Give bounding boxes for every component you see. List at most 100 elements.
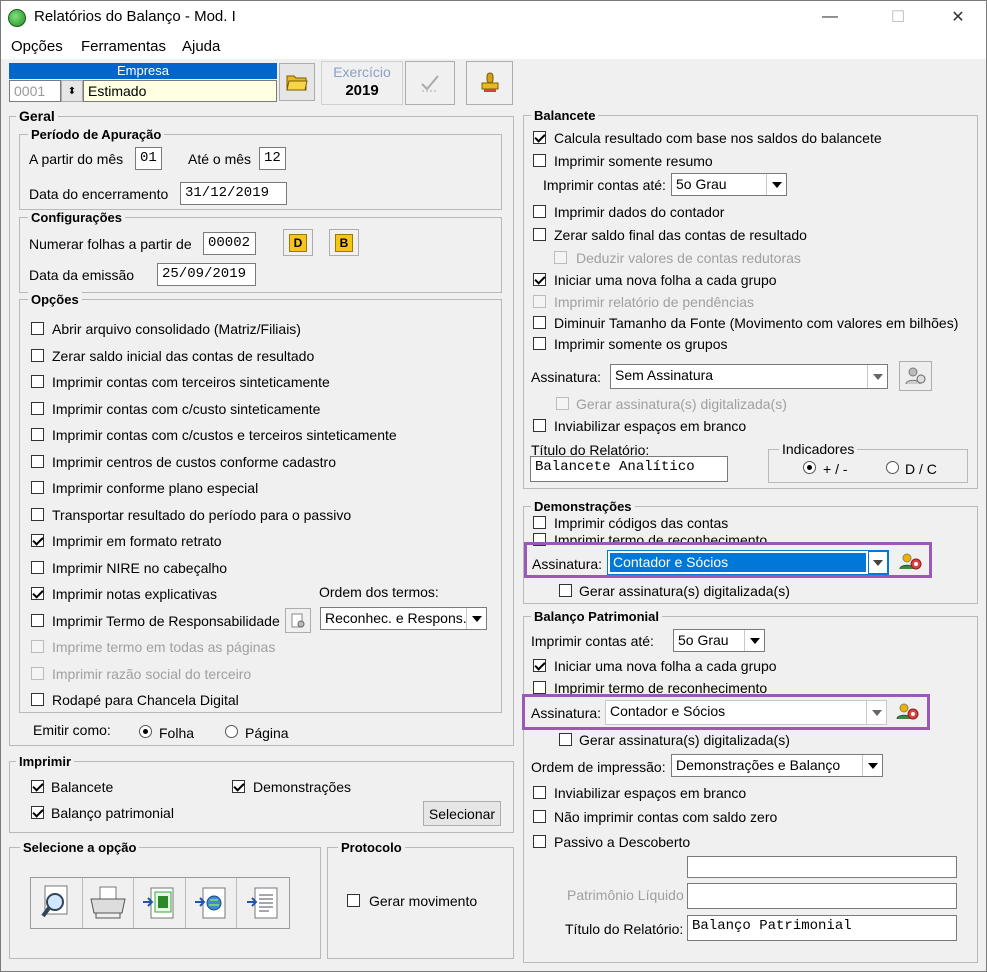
balancete-assinatura-select[interactable]: Sem Assinatura [610, 364, 888, 389]
emitir-pagina-radio[interactable] [225, 725, 238, 738]
termo-config-button[interactable] [285, 608, 311, 633]
encerramento-field[interactable]: 31/12/2019 [180, 182, 287, 205]
emissao-label: Data da emissão [29, 267, 135, 283]
print-button[interactable] [83, 878, 135, 928]
indicador-mais-radio[interactable] [803, 461, 816, 474]
preview-button[interactable] [31, 878, 83, 928]
pendencias-checkbox[interactable] [533, 295, 546, 308]
imprimir-balanco-label: Balanço patrimonial [51, 805, 174, 821]
emissao-field[interactable]: 25/09/2019 [157, 263, 256, 286]
passivo-descoberto-checkbox[interactable] [533, 835, 546, 848]
d-button[interactable]: D [283, 229, 313, 256]
indicador-dc-radio[interactable] [886, 461, 899, 474]
opcao-checkbox[interactable] [31, 693, 44, 706]
opcao-label: Transportar resultado do período para o … [52, 507, 352, 523]
opcao-checkbox[interactable] [31, 508, 44, 521]
balanco-titulo-field[interactable]: Balanço Patrimonial [687, 915, 957, 941]
opcao-checkbox[interactable] [31, 667, 44, 680]
b-button[interactable]: B [329, 229, 359, 256]
imprimir-balanco-checkbox[interactable] [31, 806, 44, 819]
somente-resumo-label: Imprimir somente resumo [554, 153, 713, 169]
menu-ferramentas[interactable]: Ferramentas [81, 38, 166, 55]
somente-resumo-checkbox[interactable] [533, 154, 546, 167]
opcao-checkbox[interactable] [31, 375, 44, 388]
diminuir-fonte-checkbox[interactable] [533, 316, 546, 329]
opcao-label: Imprimir notas explicativas [52, 586, 217, 602]
emitir-folha-radio[interactable] [139, 725, 152, 738]
empresa-code-field[interactable]: 0001 [9, 80, 61, 102]
balanco-inviabilizar-checkbox[interactable] [533, 786, 546, 799]
balancete-titulo-field[interactable]: Balancete Analítico [530, 456, 728, 482]
balanco-assinatura-select[interactable]: Contador e Sócios [605, 700, 887, 725]
balancete-inviabilizar-checkbox[interactable] [533, 419, 546, 432]
gerar-movimento-checkbox[interactable] [347, 894, 360, 907]
mes-fim-label: Até o mês [188, 151, 252, 167]
maximize-button[interactable]: ☐ [875, 1, 921, 33]
stamp-button[interactable] [466, 61, 513, 105]
menu-ajuda[interactable]: Ajuda [182, 38, 220, 55]
opcao-checkbox[interactable] [31, 428, 44, 441]
opcao-checkbox[interactable] [31, 322, 44, 335]
opcao-checkbox[interactable] [31, 349, 44, 362]
demo-assinatura-select[interactable]: Contador e Sócios [607, 550, 889, 575]
open-folder-button[interactable] [279, 63, 315, 101]
opcao-checkbox[interactable] [31, 534, 44, 547]
balancete-assinatura-config-button[interactable] [899, 361, 932, 391]
opcao-checkbox[interactable] [31, 561, 44, 574]
confirm-button[interactable] [405, 61, 455, 105]
imprimir-title: Imprimir [16, 754, 75, 769]
dados-contador-checkbox[interactable] [533, 205, 546, 218]
balancete-gerar-assinatura-checkbox[interactable] [556, 397, 569, 410]
numerar-field[interactable]: 00002 [203, 232, 256, 255]
codigos-contas-checkbox[interactable] [533, 516, 546, 529]
minimize-button[interactable]: — [807, 1, 853, 33]
opcao-checkbox[interactable] [31, 455, 44, 468]
patrimonio-liquido-field[interactable] [687, 883, 957, 909]
balanco-contas-ate-select[interactable]: 5o Grau [673, 629, 765, 652]
empresa-name-field[interactable]: Estimado [83, 80, 277, 102]
balanco-titulo-label: Título do Relatório: [565, 921, 684, 937]
imprimir-demonstracoes-checkbox[interactable] [232, 780, 245, 793]
empresa-header: Empresa [9, 63, 277, 79]
ordem-impressao-label: Ordem de impressão: [531, 759, 666, 775]
balanco-assinatura-label: Assinatura: [531, 705, 602, 721]
spin-icon: ⬍ [67, 85, 77, 97]
opcao-checkbox[interactable] [31, 402, 44, 415]
opcao-label: Imprime termo em todas as páginas [52, 639, 276, 655]
nao-imprimir-zero-checkbox[interactable] [533, 810, 546, 823]
opcao-label: Imprimir NIRE no cabeçalho [52, 560, 228, 576]
imprimir-balancete-checkbox[interactable] [31, 780, 44, 793]
opcao-label: Imprimir contas com c/custo sinteticamen… [52, 401, 321, 417]
emitir-folha-label: Folha [159, 725, 195, 741]
somente-grupos-checkbox[interactable] [533, 337, 546, 350]
export-excel-button[interactable] [134, 878, 186, 928]
empresa-lookup-button[interactable]: ⬍ [61, 80, 83, 102]
deduzir-checkbox[interactable] [554, 251, 567, 264]
export-text-button[interactable] [237, 878, 289, 928]
balanco-gerar-assinatura-checkbox[interactable] [559, 733, 572, 746]
demo-gerar-assinatura-checkbox[interactable] [559, 584, 572, 597]
calcula-checkbox[interactable] [533, 131, 546, 144]
demo-assinatura-config-button[interactable] [897, 550, 925, 574]
selecionar-button[interactable]: Selecionar [423, 801, 501, 826]
balanco-nova-folha-checkbox[interactable] [533, 659, 546, 672]
mes-inicio-field[interactable]: 01 [135, 147, 162, 170]
opcao-checkbox[interactable] [31, 614, 44, 627]
balanco-assinatura-config-button[interactable] [894, 700, 922, 724]
zerar-saldo-checkbox[interactable] [533, 228, 546, 241]
opcao-checkbox[interactable] [31, 481, 44, 494]
opcao-checkbox[interactable] [31, 587, 44, 600]
balanco-termo-checkbox[interactable] [533, 681, 546, 694]
balancete-contas-ate-select[interactable]: 5o Grau [671, 173, 787, 196]
ordem-termos-select[interactable]: Reconhec. e Respons. [320, 607, 487, 630]
ordem-impressao-select[interactable]: Demonstrações e Balanço [671, 754, 883, 777]
mes-fim-field[interactable]: 12 [259, 147, 286, 170]
balanco-contas-ate-label: Imprimir contas até: [531, 633, 654, 649]
close-button[interactable]: ✕ [935, 1, 981, 33]
export-web-button[interactable] [186, 878, 238, 928]
menu-opcoes[interactable]: Opções [11, 38, 63, 55]
zerar-saldo-label: Zerar saldo final das contas de resultad… [554, 227, 807, 243]
nova-folha-checkbox[interactable] [533, 273, 546, 286]
passivo-descoberto-field[interactable] [687, 856, 957, 878]
opcao-checkbox[interactable] [31, 640, 44, 653]
